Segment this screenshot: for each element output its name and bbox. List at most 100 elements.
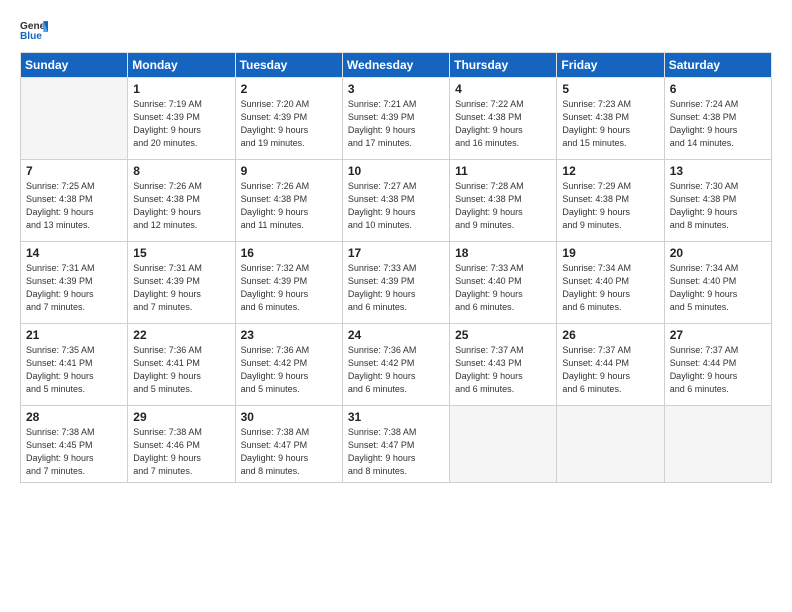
day-info: Sunrise: 7:28 AMSunset: 4:38 PMDaylight:… (455, 180, 551, 232)
week-row-4: 28 Sunrise: 7:38 AMSunset: 4:45 PMDayligh… (21, 406, 772, 483)
logo-icon: General Blue (20, 18, 48, 46)
calendar-cell: 7Sunrise: 7:25 AMSunset: 4:38 PMDaylight… (21, 160, 128, 242)
day-number: 20 (670, 246, 766, 260)
day-number: 6 (670, 82, 766, 96)
day-number: 19 (562, 246, 658, 260)
day-number: 9 (241, 164, 337, 178)
day-info: Sunrise: 7:30 AMSunset: 4:38 PMDaylight:… (670, 180, 766, 232)
calendar-cell: 28 Sunrise: 7:38 AMSunset: 4:45 PMDayligh… (21, 406, 128, 483)
weekday-header-tuesday: Tuesday (235, 53, 342, 78)
calendar-cell: 3 Sunrise: 7:21 AMSunset: 4:39 PMDaylight… (342, 78, 449, 160)
weekday-header-thursday: Thursday (450, 53, 557, 78)
calendar-cell: 23 Sunrise: 7:36 AMSunset: 4:42 PMDayligh… (235, 324, 342, 406)
calendar-cell: 20 Sunrise: 7:34 AMSunset: 4:40 PMDayligh… (664, 242, 771, 324)
calendar-cell: 26 Sunrise: 7:37 AMSunset: 4:44 PMDayligh… (557, 324, 664, 406)
day-info: Sunrise: 7:29 AMSunset: 4:38 PMDaylight:… (562, 180, 658, 232)
svg-text:Blue: Blue (20, 31, 42, 42)
day-info: Sunrise: 7:38 AMSunset: 4:47 PMDaylight:… (348, 426, 444, 478)
day-info: Sunrise: 7:26 AMSunset: 4:38 PMDaylight:… (133, 180, 229, 232)
calendar-cell: 12 Sunrise: 7:29 AMSunset: 4:38 PMDayligh… (557, 160, 664, 242)
day-info: Sunrise: 7:38 AMSunset: 4:47 PMDaylight:… (241, 426, 337, 478)
day-number: 3 (348, 82, 444, 96)
day-number: 12 (562, 164, 658, 178)
calendar-cell: 4Sunrise: 7:22 AMSunset: 4:38 PMDaylight… (450, 78, 557, 160)
calendar-cell (450, 406, 557, 483)
calendar-cell: 6 Sunrise: 7:24 AMSunset: 4:38 PMDaylight… (664, 78, 771, 160)
day-info: Sunrise: 7:22 AMSunset: 4:38 PMDaylight:… (455, 98, 551, 150)
day-info: Sunrise: 7:34 AMSunset: 4:40 PMDaylight:… (562, 262, 658, 314)
day-info: Sunrise: 7:24 AMSunset: 4:38 PMDaylight:… (670, 98, 766, 150)
day-info: Sunrise: 7:36 AMSunset: 4:42 PMDaylight:… (241, 344, 337, 396)
day-number: 22 (133, 328, 229, 342)
day-number: 10 (348, 164, 444, 178)
day-info: Sunrise: 7:31 AMSunset: 4:39 PMDaylight:… (133, 262, 229, 314)
calendar-cell: 14 Sunrise: 7:31 AMSunset: 4:39 PMDayligh… (21, 242, 128, 324)
day-info: Sunrise: 7:38 AMSunset: 4:46 PMDaylight:… (133, 426, 229, 478)
calendar-table: SundayMondayTuesdayWednesdayThursdayFrid… (20, 52, 772, 483)
weekday-header-wednesday: Wednesday (342, 53, 449, 78)
calendar-cell: 10 Sunrise: 7:27 AMSunset: 4:38 PMDayligh… (342, 160, 449, 242)
day-number: 27 (670, 328, 766, 342)
day-info: Sunrise: 7:21 AMSunset: 4:39 PMDaylight:… (348, 98, 444, 150)
calendar-cell: 31 Sunrise: 7:38 AMSunset: 4:47 PMDayligh… (342, 406, 449, 483)
page: General Blue SundayMondayTuesdayWednesda… (0, 0, 792, 612)
day-info: Sunrise: 7:37 AMSunset: 4:44 PMDaylight:… (670, 344, 766, 396)
day-number: 17 (348, 246, 444, 260)
calendar-cell: 16 Sunrise: 7:32 AMSunset: 4:39 PMDayligh… (235, 242, 342, 324)
calendar-cell: 30 Sunrise: 7:38 AMSunset: 4:47 PMDayligh… (235, 406, 342, 483)
day-info: Sunrise: 7:33 AMSunset: 4:40 PMDaylight:… (455, 262, 551, 314)
week-row-2: 14 Sunrise: 7:31 AMSunset: 4:39 PMDayligh… (21, 242, 772, 324)
day-info: Sunrise: 7:37 AMSunset: 4:43 PMDaylight:… (455, 344, 551, 396)
day-number: 23 (241, 328, 337, 342)
calendar-cell: 21Sunrise: 7:35 AMSunset: 4:41 PMDayligh… (21, 324, 128, 406)
calendar-cell: 24 Sunrise: 7:36 AMSunset: 4:42 PMDayligh… (342, 324, 449, 406)
day-info: Sunrise: 7:37 AMSunset: 4:44 PMDaylight:… (562, 344, 658, 396)
calendar-cell: 17 Sunrise: 7:33 AMSunset: 4:39 PMDayligh… (342, 242, 449, 324)
calendar-cell (557, 406, 664, 483)
calendar-cell: 22 Sunrise: 7:36 AMSunset: 4:41 PMDayligh… (128, 324, 235, 406)
calendar-cell: 5 Sunrise: 7:23 AMSunset: 4:38 PMDaylight… (557, 78, 664, 160)
calendar-cell: 27 Sunrise: 7:37 AMSunset: 4:44 PMDayligh… (664, 324, 771, 406)
week-row-1: 7Sunrise: 7:25 AMSunset: 4:38 PMDaylight… (21, 160, 772, 242)
header: General Blue (20, 18, 772, 46)
day-number: 16 (241, 246, 337, 260)
day-number: 15 (133, 246, 229, 260)
day-info: Sunrise: 7:36 AMSunset: 4:41 PMDaylight:… (133, 344, 229, 396)
week-row-3: 21Sunrise: 7:35 AMSunset: 4:41 PMDayligh… (21, 324, 772, 406)
day-number: 28 (26, 410, 122, 424)
day-info: Sunrise: 7:36 AMSunset: 4:42 PMDaylight:… (348, 344, 444, 396)
day-info: Sunrise: 7:19 AMSunset: 4:39 PMDaylight:… (133, 98, 229, 150)
week-row-0: 1Sunrise: 7:19 AMSunset: 4:39 PMDaylight… (21, 78, 772, 160)
day-number: 14 (26, 246, 122, 260)
calendar-cell: 29 Sunrise: 7:38 AMSunset: 4:46 PMDayligh… (128, 406, 235, 483)
day-info: Sunrise: 7:20 AMSunset: 4:39 PMDaylight:… (241, 98, 337, 150)
day-number: 30 (241, 410, 337, 424)
calendar-cell: 8Sunrise: 7:26 AMSunset: 4:38 PMDaylight… (128, 160, 235, 242)
day-number: 24 (348, 328, 444, 342)
weekday-header-monday: Monday (128, 53, 235, 78)
calendar-cell (664, 406, 771, 483)
weekday-header-row: SundayMondayTuesdayWednesdayThursdayFrid… (21, 53, 772, 78)
day-number: 29 (133, 410, 229, 424)
day-info: Sunrise: 7:25 AMSunset: 4:38 PMDaylight:… (26, 180, 122, 232)
day-number: 11 (455, 164, 551, 178)
calendar-cell: 1Sunrise: 7:19 AMSunset: 4:39 PMDaylight… (128, 78, 235, 160)
day-info: Sunrise: 7:38 AMSunset: 4:45 PMDaylight:… (26, 426, 122, 478)
calendar-cell: 19 Sunrise: 7:34 AMSunset: 4:40 PMDayligh… (557, 242, 664, 324)
day-number: 25 (455, 328, 551, 342)
day-info: Sunrise: 7:23 AMSunset: 4:38 PMDaylight:… (562, 98, 658, 150)
day-number: 31 (348, 410, 444, 424)
day-info: Sunrise: 7:27 AMSunset: 4:38 PMDaylight:… (348, 180, 444, 232)
logo: General Blue (20, 18, 48, 46)
day-info: Sunrise: 7:32 AMSunset: 4:39 PMDaylight:… (241, 262, 337, 314)
calendar-cell: 11 Sunrise: 7:28 AMSunset: 4:38 PMDayligh… (450, 160, 557, 242)
day-number: 5 (562, 82, 658, 96)
calendar-cell: 9Sunrise: 7:26 AMSunset: 4:38 PMDaylight… (235, 160, 342, 242)
day-info: Sunrise: 7:33 AMSunset: 4:39 PMDaylight:… (348, 262, 444, 314)
day-info: Sunrise: 7:34 AMSunset: 4:40 PMDaylight:… (670, 262, 766, 314)
weekday-header-friday: Friday (557, 53, 664, 78)
day-number: 26 (562, 328, 658, 342)
day-info: Sunrise: 7:31 AMSunset: 4:39 PMDaylight:… (26, 262, 122, 314)
calendar-cell: 18Sunrise: 7:33 AMSunset: 4:40 PMDayligh… (450, 242, 557, 324)
calendar-cell (21, 78, 128, 160)
